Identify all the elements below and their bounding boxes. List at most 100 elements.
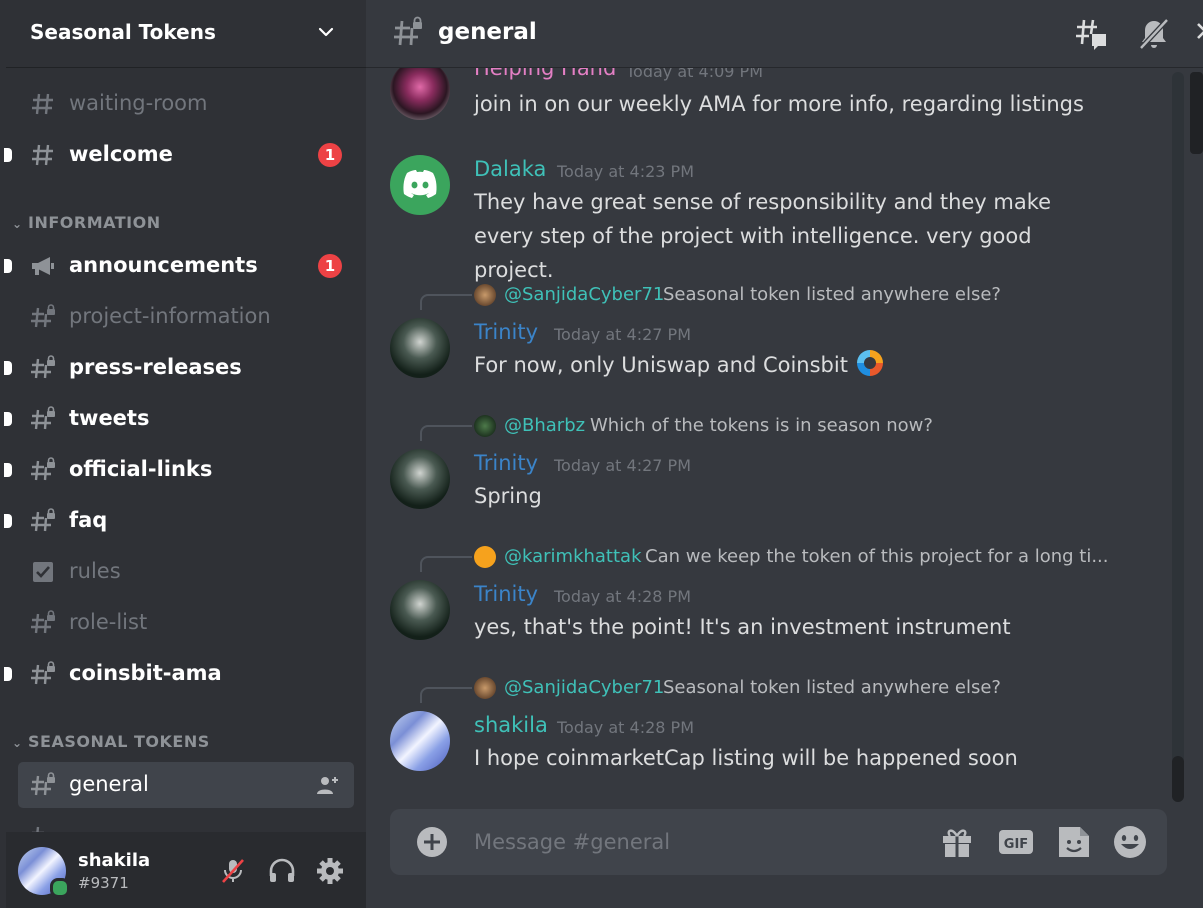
channel-announcements[interactable]: announcements 1 — [4, 243, 354, 289]
mute-notifications-icon[interactable] — [1136, 16, 1172, 52]
message-timestamp: Today at 4:28 PM — [557, 718, 694, 737]
channel-project-information[interactable]: project-information — [18, 294, 354, 340]
locked-hash-icon — [31, 406, 55, 430]
online-status-icon — [50, 878, 70, 898]
reply-connector — [420, 425, 472, 441]
scrollbar-track[interactable] — [1172, 72, 1184, 802]
unread-indicator — [4, 148, 12, 162]
message-timestamp: Today at 4:27 PM — [554, 325, 691, 344]
locked-hash-icon — [31, 457, 55, 481]
channel-coinsbit-ama[interactable]: coinsbit-ama — [4, 651, 354, 697]
chat-header: general — [366, 0, 1203, 68]
channel-sidebar: Seasonal Tokens waiting-room welcome 1 ⌄… — [0, 0, 366, 908]
chevron-down-icon: ⌄ — [12, 736, 23, 750]
reply-username[interactable]: @Bharbz — [504, 415, 585, 436]
reply-username[interactable]: @karimkhattak — [504, 546, 642, 567]
channel-press-releases[interactable]: press-releases — [4, 345, 354, 391]
message-author[interactable]: Trinity — [474, 320, 538, 344]
channel-general[interactable]: general — [18, 762, 354, 808]
channel-role-list[interactable]: role-list — [18, 600, 354, 646]
channel-title: general — [438, 19, 537, 45]
mention-badge: 1 — [318, 143, 342, 167]
message-list[interactable]: Helping Hand Today at 4:09 PM join in on… — [366, 68, 1203, 808]
message: @karimkhattak Can we keep the token of t… — [366, 546, 1166, 656]
category-information[interactable]: ⌄ INFORMATION — [12, 213, 161, 232]
unread-indicator — [4, 412, 12, 426]
avatar — [474, 546, 496, 568]
message: @SanjidaCyber71 Seasonal token listed an… — [366, 284, 1166, 394]
server-header[interactable]: Seasonal Tokens — [6, 0, 366, 68]
channel-rules[interactable]: rules — [18, 549, 354, 595]
channel-label: official-links — [69, 457, 213, 481]
chevron-down-icon: ⌄ — [12, 217, 23, 231]
mute-mic-icon[interactable] — [218, 856, 248, 886]
user-panel: shakila #9371 — [6, 832, 366, 908]
unread-indicator — [4, 514, 12, 528]
sticker-icon[interactable] — [1055, 823, 1093, 861]
channel-welcome[interactable]: welcome 1 — [4, 132, 354, 178]
reply-username[interactable]: @SanjidaCyber71 — [504, 677, 664, 698]
locked-hash-icon — [31, 661, 55, 685]
message-author[interactable]: Trinity — [474, 582, 538, 606]
hash-icon — [32, 144, 53, 166]
hash-icon — [32, 93, 53, 115]
channel-label: press-releases — [69, 355, 242, 379]
message-text: For now, only Uniswap and Coinsbit — [474, 348, 1114, 382]
channel-waiting-room[interactable]: waiting-room — [18, 81, 354, 127]
add-member-icon[interactable] — [316, 774, 340, 796]
avatar[interactable] — [390, 68, 450, 120]
rules-icon — [33, 562, 53, 582]
locked-hash-icon — [31, 508, 55, 532]
pin-icon[interactable] — [1192, 16, 1203, 52]
avatar[interactable] — [390, 449, 450, 509]
avatar[interactable] — [390, 711, 450, 771]
avatar[interactable] — [390, 155, 450, 215]
reply-text: Seasonal token listed anywhere else? — [663, 284, 1001, 305]
unread-indicator — [4, 667, 12, 681]
message-author[interactable]: Helping Hand — [474, 68, 616, 80]
reply-text: Which of the tokens is in season now? — [590, 415, 933, 436]
message-text-content: For now, only Uniswap and Coinsbit — [474, 353, 848, 377]
message-text: I hope coinmarketCap listing will be hap… — [474, 746, 1018, 770]
message: Helping Hand Today at 4:09 PM join in on… — [366, 68, 1166, 122]
locked-hash-icon — [31, 304, 55, 328]
settings-gear-icon[interactable] — [315, 856, 345, 886]
channel-label: welcome — [69, 142, 173, 166]
reply-username[interactable]: @SanjidaCyber71 — [504, 284, 664, 305]
unread-indicator — [4, 361, 12, 375]
gif-icon[interactable]: GIF — [997, 823, 1035, 861]
channel-label: coinsbit-ama — [69, 661, 222, 685]
user-tag: #9371 — [78, 874, 129, 892]
avatar[interactable] — [390, 580, 450, 640]
channel-official-links[interactable]: official-links — [4, 447, 354, 493]
gift-icon[interactable] — [938, 823, 976, 861]
scrollbar-thumb[interactable] — [1172, 756, 1184, 802]
message-timestamp: Today at 4:23 PM — [557, 162, 694, 181]
message-timestamp: Today at 4:09 PM — [626, 68, 763, 81]
message: @Bharbz Which of the tokens is in season… — [366, 415, 1166, 525]
channel-faq[interactable]: faq — [4, 498, 354, 544]
message-input[interactable]: Message #general — [474, 830, 670, 854]
message-author[interactable]: Trinity — [474, 451, 538, 475]
category-seasonal-tokens[interactable]: ⌄ SEASONAL TOKENS — [12, 732, 210, 751]
avatar[interactable] — [390, 318, 450, 378]
message-text: Spring — [474, 484, 542, 508]
reply-connector — [420, 556, 472, 572]
message-composer[interactable]: Message #general GIF — [390, 809, 1167, 875]
locked-hash-icon — [31, 610, 55, 634]
coinsbit-logo-icon — [856, 350, 883, 376]
window-scrollbar[interactable] — [1190, 72, 1203, 154]
chevron-down-icon[interactable] — [316, 22, 336, 42]
emoji-icon[interactable] — [1111, 823, 1149, 861]
message-author[interactable]: shakila — [474, 713, 548, 737]
locked-hash-icon — [31, 772, 55, 796]
add-attachment-icon[interactable] — [416, 826, 448, 858]
channel-label: announcements — [69, 253, 258, 277]
reply-text: Can we keep the token of this project fo… — [645, 546, 1109, 567]
user-name: shakila — [78, 850, 151, 871]
avatar — [474, 284, 496, 306]
headphones-icon[interactable] — [267, 856, 297, 886]
message-author[interactable]: Dalaka — [474, 157, 546, 181]
channel-tweets[interactable]: tweets — [4, 396, 354, 442]
threads-icon[interactable] — [1074, 16, 1110, 52]
